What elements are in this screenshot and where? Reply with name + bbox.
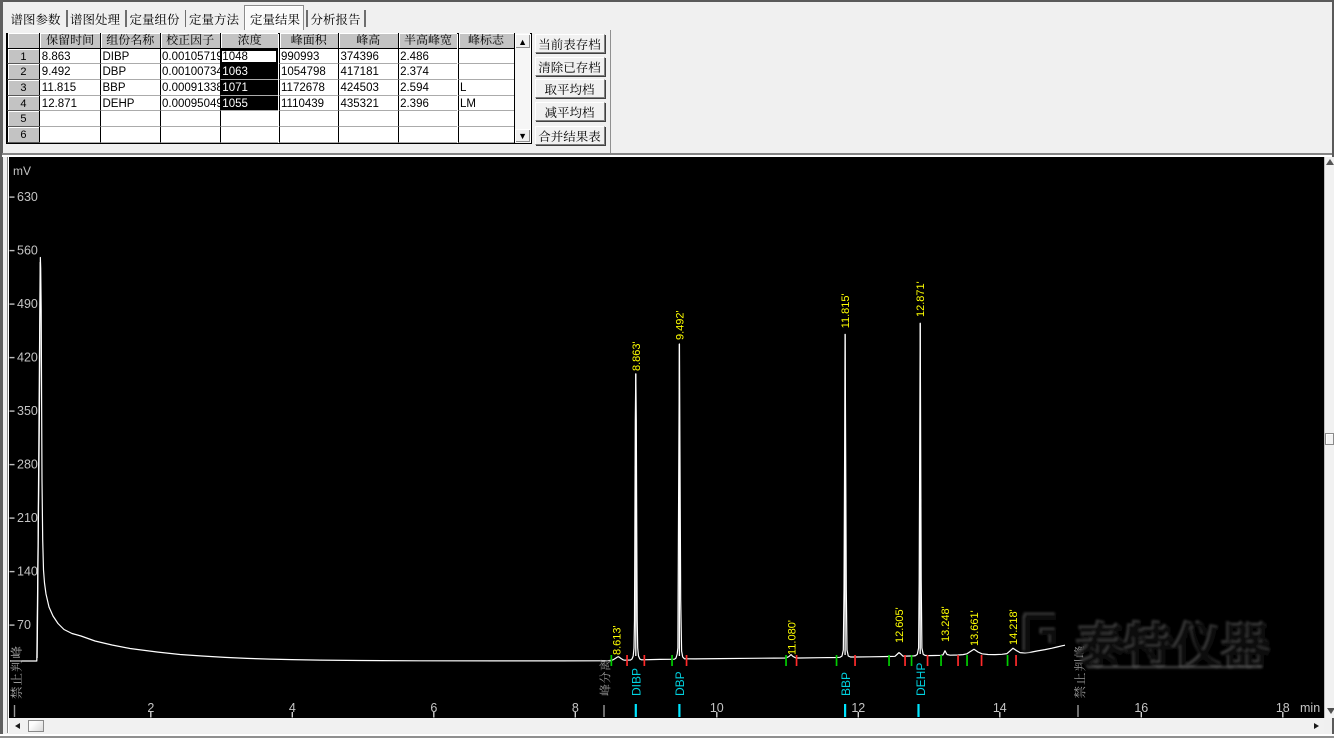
svg-text:mV: mV — [13, 164, 31, 178]
svg-text:峰分离: 峰分离 — [597, 658, 614, 696]
svg-text:BBP: BBP — [837, 672, 854, 696]
svg-text:2: 2 — [147, 701, 154, 715]
svg-text:6: 6 — [430, 701, 437, 715]
svg-text:280: 280 — [17, 458, 38, 472]
svg-text:DIBP: DIBP — [628, 668, 645, 696]
svg-text:13.661': 13.661' — [966, 610, 982, 646]
svg-text:13.248': 13.248' — [937, 606, 953, 642]
svg-text:8.613': 8.613' — [609, 625, 625, 655]
svg-text:14: 14 — [993, 701, 1007, 715]
svg-text:min: min — [1300, 701, 1320, 715]
svg-text:560: 560 — [17, 244, 38, 258]
svg-text:11.080': 11.080' — [784, 620, 800, 655]
svg-text:11.815': 11.815' — [837, 293, 853, 328]
svg-text:DEHP: DEHP — [912, 663, 929, 696]
svg-text:DBP: DBP — [671, 671, 688, 696]
svg-text:12.605': 12.605' — [891, 607, 907, 643]
svg-text:4: 4 — [289, 701, 296, 715]
svg-text:210: 210 — [17, 511, 38, 525]
svg-text:12.871': 12.871' — [912, 281, 928, 317]
svg-text:8.863': 8.863' — [628, 341, 644, 371]
svg-text:10: 10 — [710, 701, 724, 715]
svg-text:420: 420 — [17, 351, 38, 365]
svg-text:8: 8 — [572, 701, 579, 715]
svg-text:16: 16 — [1134, 701, 1148, 715]
svg-text:9.492': 9.492' — [672, 310, 688, 340]
svg-text:12: 12 — [851, 701, 865, 715]
svg-text:630: 630 — [17, 190, 38, 204]
svg-text:490: 490 — [17, 297, 38, 311]
svg-text:70: 70 — [17, 618, 31, 632]
svg-text:350: 350 — [17, 404, 38, 418]
svg-text:18: 18 — [1276, 701, 1290, 715]
svg-text:禁止判峰: 禁止判峰 — [7, 645, 25, 699]
svg-text:140: 140 — [17, 565, 38, 579]
